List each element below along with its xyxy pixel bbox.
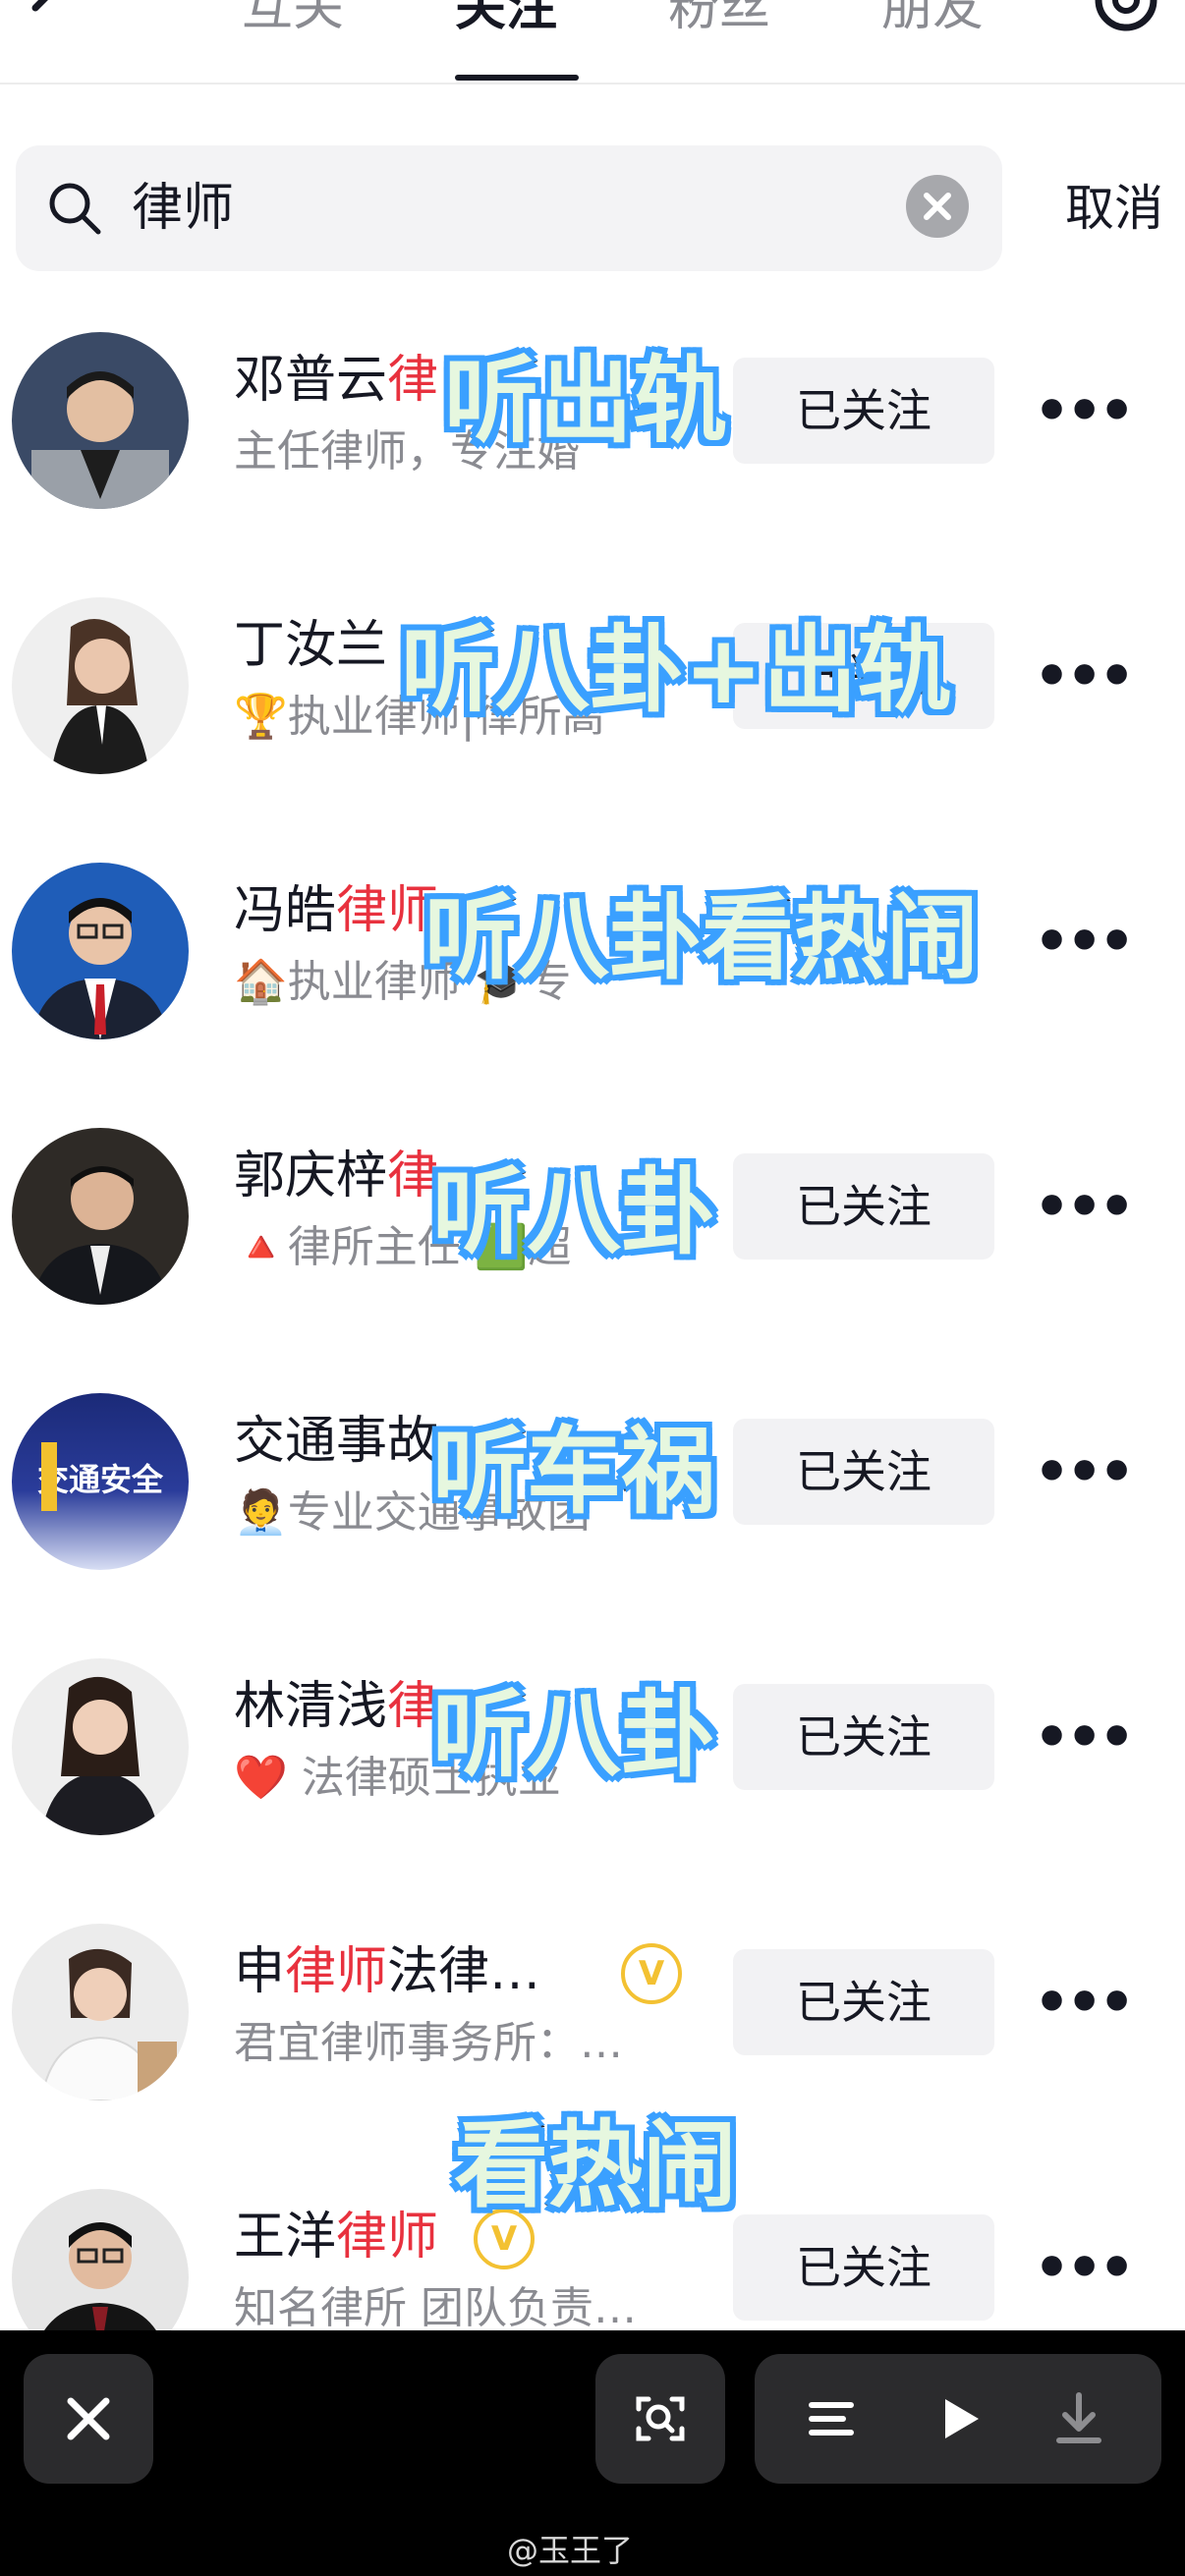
verified-badge: V	[621, 1943, 682, 2004]
overlay-caption: 听八卦看热闹	[422, 882, 982, 995]
more-dots-icon[interactable]: •••	[1034, 1708, 1135, 1766]
download-icon[interactable]	[1051, 2389, 1106, 2448]
overlay-caption: 听八卦	[429, 1677, 718, 1793]
more-dots-icon[interactable]: •••	[1034, 381, 1135, 440]
scan-icon	[636, 2396, 685, 2441]
more-dots-icon[interactable]: •••	[1034, 1177, 1135, 1236]
user-bio: 君宜律师事务所：…	[234, 2018, 623, 2068]
overlay-caption: 听车祸	[429, 1414, 718, 1530]
avatar[interactable]	[12, 863, 189, 1039]
more-dots-icon[interactable]: •••	[1034, 1442, 1135, 1501]
user-name: 邓普云律	[234, 351, 439, 410]
cancel-button[interactable]: 取消	[1065, 177, 1163, 240]
overlay-caption: 听八卦+出轨	[398, 612, 954, 728]
overlay-caption: 听八卦	[429, 1154, 718, 1270]
more-dots-icon[interactable]: •••	[1034, 2238, 1135, 2297]
avatar[interactable]	[12, 597, 189, 774]
top-nav: 互关 关注 粉丝 朋友	[0, 0, 1185, 84]
avatar[interactable]	[12, 1924, 189, 2100]
following-button[interactable]: 已关注	[733, 1419, 994, 1525]
overlay-caption: 听出轨	[441, 343, 730, 459]
tab-fans[interactable]: 粉丝	[668, 0, 770, 37]
search-icon	[49, 183, 101, 235]
user-name: 林清浅律	[234, 1677, 439, 1736]
user-bio: 知名律所 团队负责…	[234, 2283, 637, 2330]
active-tab-indicator	[455, 75, 579, 81]
media-controls	[755, 2354, 1161, 2484]
user-name: 王洋律师	[234, 2208, 439, 2267]
more-dots-icon[interactable]: •••	[1034, 1973, 1135, 2032]
following-button[interactable]: 已关注	[733, 358, 994, 464]
menu-icon[interactable]	[804, 2391, 859, 2446]
search-input[interactable]	[132, 175, 898, 242]
user-name: 申律师法律…	[234, 1942, 541, 2001]
user-name: 冯皓律师	[234, 881, 439, 940]
more-dots-icon[interactable]: •••	[1034, 646, 1135, 705]
scan-button[interactable]	[595, 2354, 725, 2484]
gear-icon[interactable]	[1087, 0, 1165, 39]
chevron-left-icon[interactable]	[22, 0, 81, 37]
user-name: 郭庆梓律	[234, 1147, 439, 1205]
avatar[interactable]	[12, 1128, 189, 1305]
avatar[interactable]	[12, 332, 189, 509]
avatar[interactable]: 交通安全	[12, 1393, 189, 1570]
clear-circle-icon[interactable]	[906, 175, 969, 238]
following-button[interactable]: 已关注	[733, 2214, 994, 2321]
tab-mutual[interactable]: 互关	[242, 0, 344, 37]
avatar[interactable]	[12, 2189, 189, 2330]
avatar[interactable]	[12, 1658, 189, 1835]
following-button[interactable]: 已关注	[733, 1153, 994, 1260]
user-name: 交通事故	[234, 1412, 439, 1471]
tab-friends[interactable]: 朋友	[881, 0, 984, 37]
close-icon	[67, 2397, 110, 2440]
more-dots-icon[interactable]: •••	[1034, 912, 1135, 971]
following-button[interactable]: 已关注	[733, 1949, 994, 2055]
user-name: 丁汝兰	[234, 616, 388, 675]
tab-following[interactable]: 关注	[455, 0, 557, 37]
play-icon[interactable]	[931, 2391, 987, 2446]
search-bar	[16, 145, 1002, 271]
close-button[interactable]	[24, 2354, 153, 2484]
following-button[interactable]: 已关注	[733, 1684, 994, 1790]
overlay-caption: 看热闹	[451, 2107, 740, 2223]
watermark: @玉王了	[507, 2532, 634, 2569]
avatar-logo-mark	[41, 1442, 57, 1511]
